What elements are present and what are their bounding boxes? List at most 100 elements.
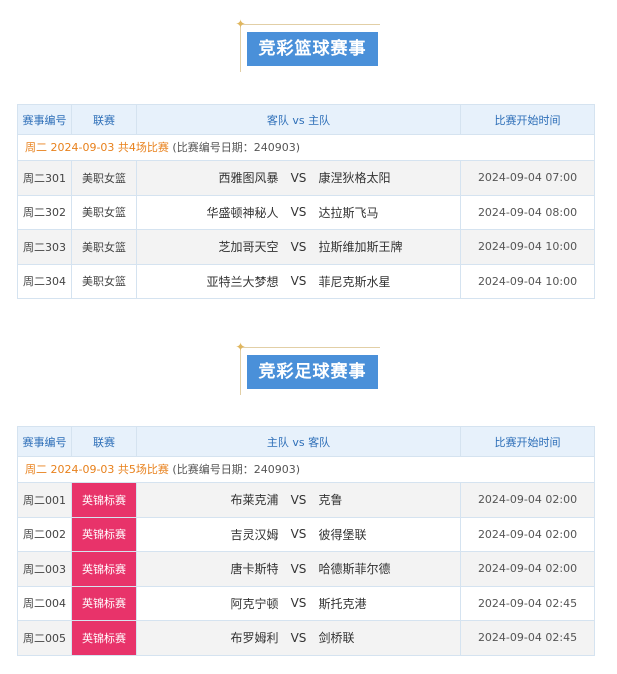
date-code: (比赛编号日期：240903) (172, 463, 300, 476)
match-id: 周二001 (18, 483, 72, 517)
basketball-banner: ✦ 竞彩篮球赛事 (230, 17, 390, 77)
football-table: 赛事编号 联赛 主队 vs 客队 比赛开始时间 周二 2024-09-03 共5… (17, 426, 595, 656)
date-code: (比赛编号日期：240903) (172, 141, 300, 154)
date-summary: 周二 2024-09-03 共5场比赛 (25, 463, 169, 476)
header-teams: 客队 vs 主队 (137, 105, 461, 134)
team-right[interactable]: 剑桥联 (319, 629, 461, 646)
team-right[interactable]: 达拉斯飞马 (319, 204, 461, 221)
team-left[interactable]: 布莱克浦 (137, 491, 278, 508)
match-teams: 芝加哥天空 VS 拉斯维加斯王牌 (137, 230, 461, 264)
team-right[interactable]: 拉斯维加斯王牌 (319, 238, 461, 255)
banner-line (240, 347, 241, 395)
football-title: 竞彩足球赛事 (247, 355, 378, 389)
vs-label: VS (290, 596, 307, 611)
match-id: 周二304 (18, 264, 72, 298)
match-time: 2024-09-04 08:00 (477, 205, 578, 219)
league-name[interactable]: 美职女篮 (72, 161, 137, 195)
basketball-table: 赛事编号 联赛 客队 vs 主队 比赛开始时间 周二 2024-09-03 共4… (17, 104, 595, 299)
team-left[interactable]: 华盛顿神秘人 (137, 204, 278, 221)
vs-label: VS (290, 630, 307, 645)
banner-line (240, 24, 241, 72)
match-id: 周二301 (18, 161, 72, 195)
league-name[interactable]: 英锦标赛 (72, 483, 137, 517)
table-header: 赛事编号 联赛 客队 vs 主队 比赛开始时间 (18, 105, 594, 134)
team-left[interactable]: 吉灵汉姆 (137, 526, 278, 543)
vs-label: VS (290, 170, 307, 185)
vs-label: VS (290, 527, 307, 542)
match-time: 2024-09-04 07:00 (477, 171, 578, 185)
match-teams: 唐卡斯特 VS 哈德斯菲尔德 (137, 552, 461, 586)
team-right[interactable]: 哈德斯菲尔德 (319, 560, 461, 577)
league-name[interactable]: 英锦标赛 (72, 586, 137, 620)
league-name[interactable]: 英锦标赛 (72, 621, 137, 655)
date-summary: 周二 2024-09-03 共4场比赛 (25, 141, 169, 154)
vs-label: VS (290, 239, 307, 254)
header-time: 比赛开始时间 (494, 435, 561, 449)
match-teams: 西雅图风暴 VS 康涅狄格太阳 (137, 161, 461, 195)
league-name[interactable]: 美职女篮 (72, 264, 137, 298)
match-id: 周二005 (18, 621, 72, 655)
match-time: 2024-09-04 10:00 (477, 240, 578, 254)
match-id: 周二003 (18, 552, 72, 586)
team-right[interactable]: 克鲁 (319, 491, 461, 508)
header-league: 联赛 (72, 427, 137, 456)
match-time: 2024-09-04 10:00 (477, 274, 578, 288)
team-left[interactable]: 亚特兰大梦想 (137, 273, 278, 290)
table-row[interactable]: 周二004 英锦标赛 阿克宁顿 VS 斯托克港 2024-09-04 02:45 (18, 585, 594, 620)
match-teams: 吉灵汉姆 VS 彼得堡联 (137, 517, 461, 551)
match-teams: 华盛顿神秘人 VS 达拉斯飞马 (137, 195, 461, 229)
team-left[interactable]: 阿克宁顿 (137, 595, 278, 612)
match-teams: 阿克宁顿 VS 斯托克港 (137, 586, 461, 620)
banner-line (240, 24, 380, 25)
match-id: 周二002 (18, 517, 72, 551)
match-id: 周二303 (18, 230, 72, 264)
league-name[interactable]: 英锦标赛 (72, 552, 137, 586)
team-left[interactable]: 西雅图风暴 (137, 169, 278, 186)
banner-line (240, 347, 380, 348)
league-name[interactable]: 英锦标赛 (72, 517, 137, 551)
league-name[interactable]: 美职女篮 (72, 230, 137, 264)
match-time: 2024-09-04 02:00 (477, 527, 578, 541)
match-teams: 布莱克浦 VS 克鲁 (137, 483, 461, 517)
football-banner: ✦ 竞彩足球赛事 (230, 340, 390, 400)
table-row[interactable]: 周二302 美职女篮 华盛顿神秘人 VS 达拉斯飞马 2024-09-04 08… (18, 194, 594, 229)
match-time: 2024-09-04 02:00 (477, 562, 578, 576)
table-header: 赛事编号 联赛 主队 vs 客队 比赛开始时间 (18, 427, 594, 456)
table-row[interactable]: 周二304 美职女篮 亚特兰大梦想 VS 菲尼克斯水星 2024-09-04 1… (18, 263, 594, 298)
match-time: 2024-09-04 02:45 (477, 596, 578, 610)
match-teams: 亚特兰大梦想 VS 菲尼克斯水星 (137, 264, 461, 298)
vs-label: VS (290, 492, 307, 507)
header-id: 赛事编号 (18, 427, 72, 456)
team-right[interactable]: 彼得堡联 (319, 526, 461, 543)
table-row[interactable]: 周二005 英锦标赛 布罗姆利 VS 剑桥联 2024-09-04 02:45 (18, 620, 594, 655)
team-left[interactable]: 芝加哥天空 (137, 238, 278, 255)
league-name[interactable]: 美职女篮 (72, 195, 137, 229)
team-left[interactable]: 唐卡斯特 (137, 560, 278, 577)
table-row[interactable]: 周二002 英锦标赛 吉灵汉姆 VS 彼得堡联 2024-09-04 02:00 (18, 516, 594, 551)
table-row[interactable]: 周二303 美职女篮 芝加哥天空 VS 拉斯维加斯王牌 2024-09-04 1… (18, 229, 594, 264)
basketball-title: 竞彩篮球赛事 (247, 32, 378, 66)
table-row[interactable]: 周二003 英锦标赛 唐卡斯特 VS 哈德斯菲尔德 2024-09-04 02:… (18, 551, 594, 586)
match-teams: 布罗姆利 VS 剑桥联 (137, 621, 461, 655)
table-row[interactable]: 周二001 英锦标赛 布莱克浦 VS 克鲁 2024-09-04 02:00 (18, 482, 594, 517)
header-time: 比赛开始时间 (494, 113, 561, 127)
match-id: 周二302 (18, 195, 72, 229)
date-row: 周二 2024-09-03 共4场比赛 (比赛编号日期：240903) (18, 134, 594, 160)
date-row: 周二 2024-09-03 共5场比赛 (比赛编号日期：240903) (18, 456, 594, 482)
star-icon: ✦ (235, 17, 246, 31)
match-id: 周二004 (18, 586, 72, 620)
header-id: 赛事编号 (18, 105, 72, 134)
team-left[interactable]: 布罗姆利 (137, 629, 278, 646)
vs-label: VS (290, 274, 307, 289)
team-right[interactable]: 斯托克港 (319, 595, 461, 612)
match-time: 2024-09-04 02:00 (477, 493, 578, 507)
header-teams: 主队 vs 客队 (137, 427, 461, 456)
vs-label: VS (290, 561, 307, 576)
team-right[interactable]: 康涅狄格太阳 (319, 169, 461, 186)
header-league: 联赛 (72, 105, 137, 134)
vs-label: VS (290, 205, 307, 220)
table-row[interactable]: 周二301 美职女篮 西雅图风暴 VS 康涅狄格太阳 2024-09-04 07… (18, 160, 594, 195)
match-time: 2024-09-04 02:45 (477, 631, 578, 645)
team-right[interactable]: 菲尼克斯水星 (319, 273, 461, 290)
star-icon: ✦ (235, 340, 246, 354)
